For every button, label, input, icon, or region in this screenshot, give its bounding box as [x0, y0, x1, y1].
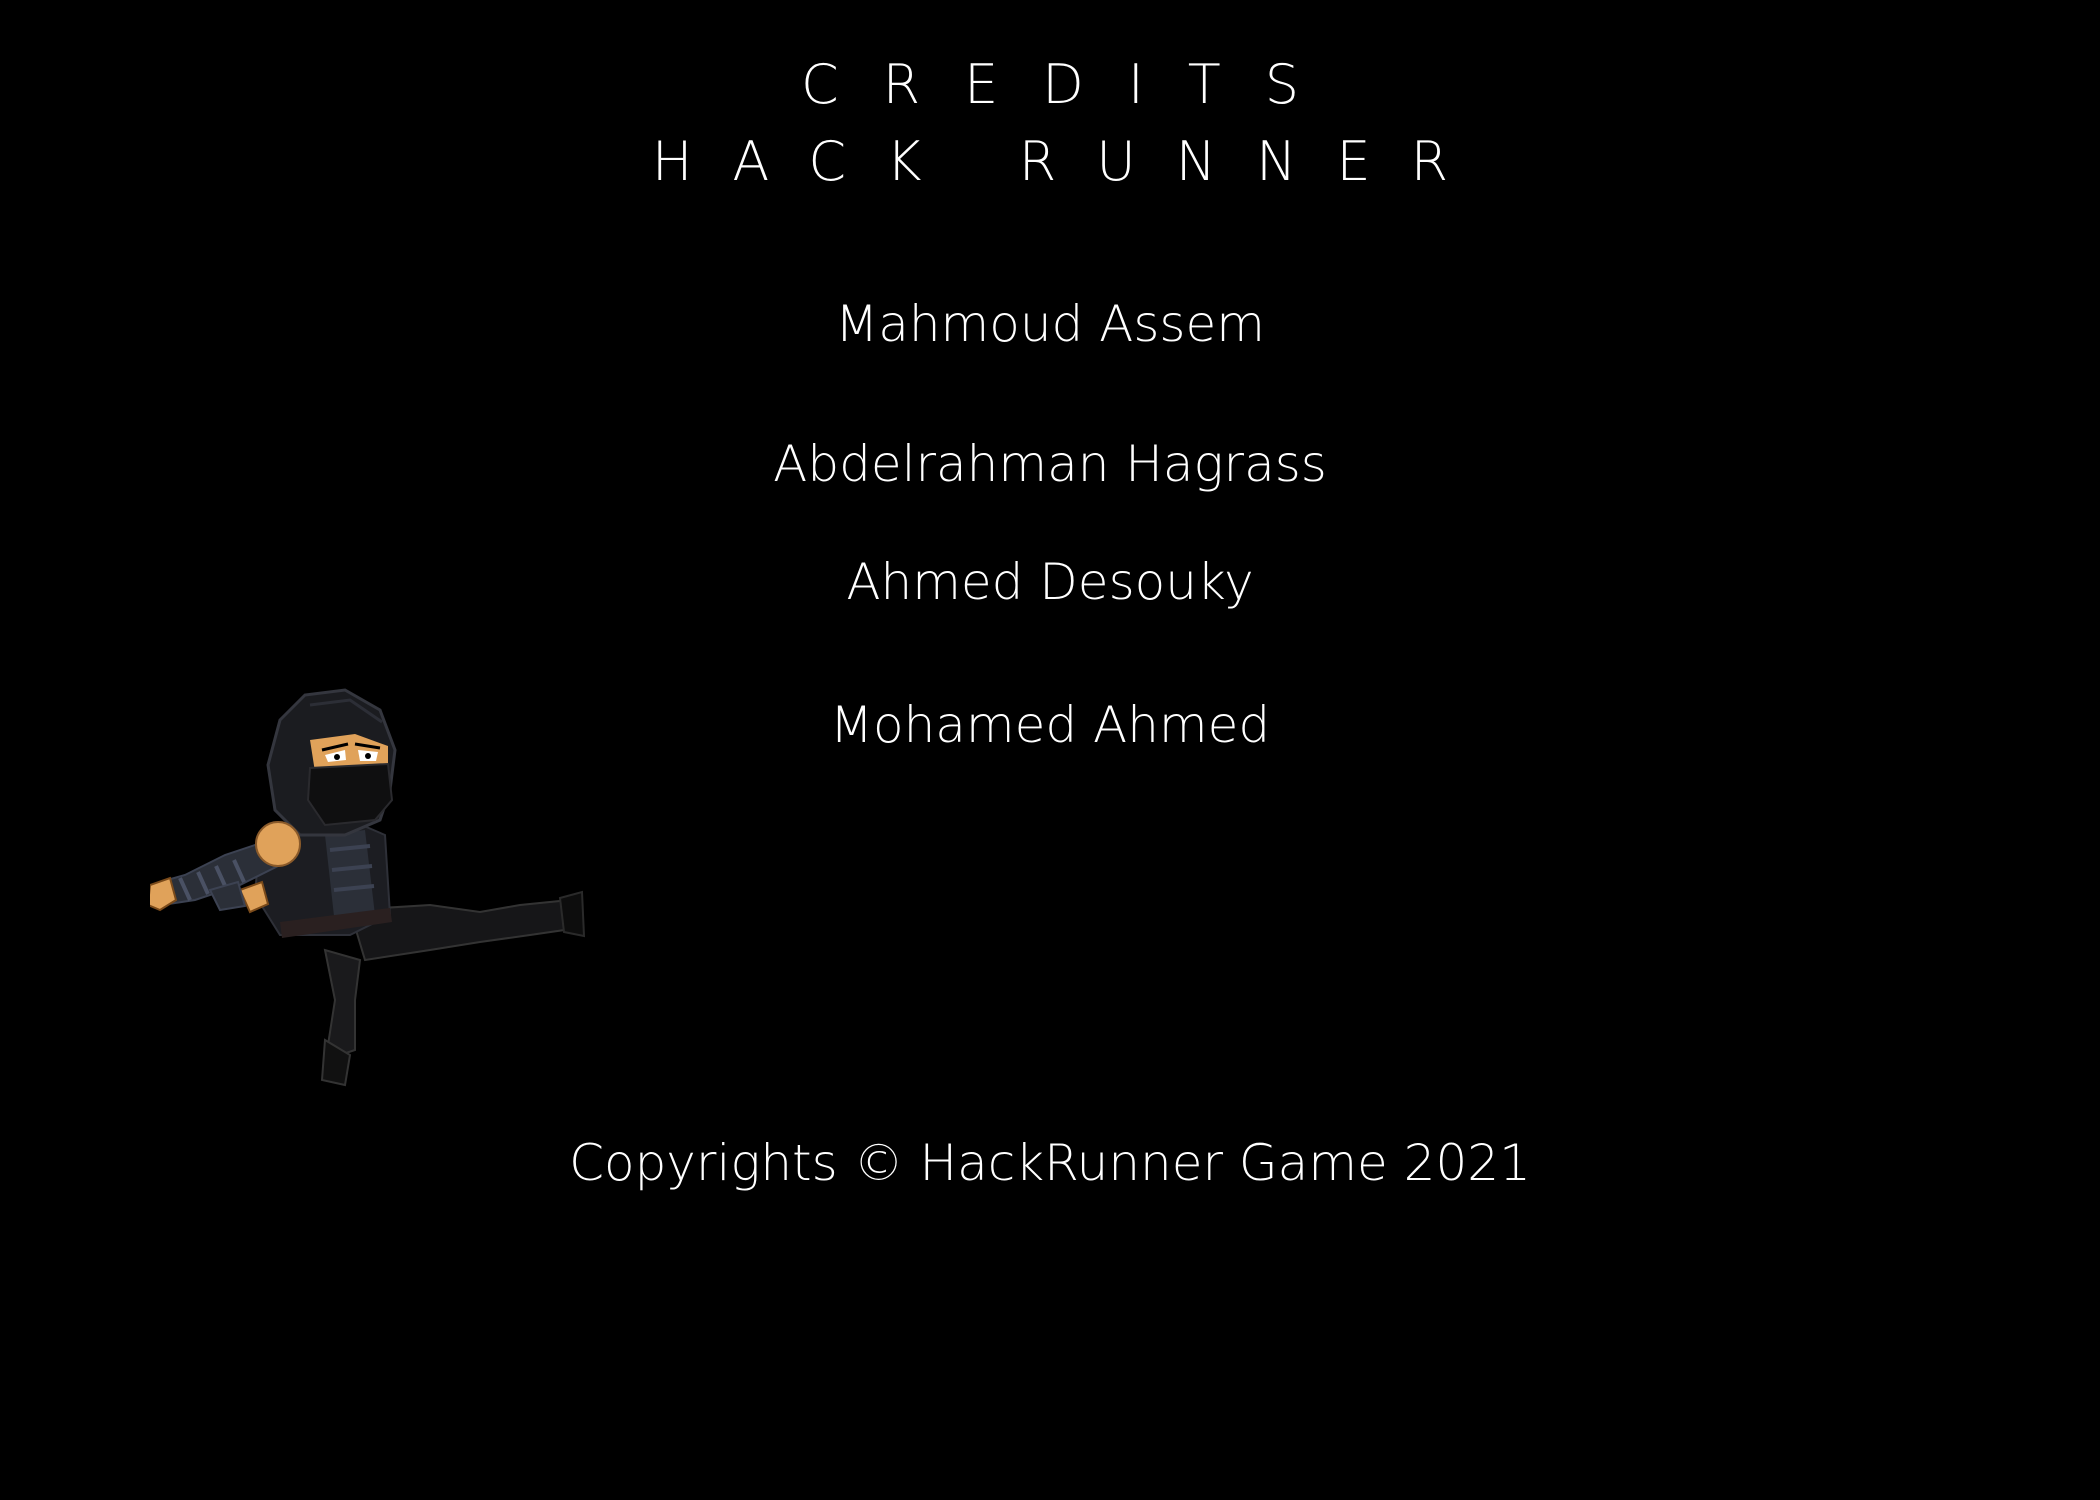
credit-name-3: Ahmed Desouky — [846, 553, 1254, 611]
credits-screen: CREDITS HACK RUNNER Mahmoud Assem Abdelr… — [0, 0, 2100, 1500]
copyright-text: Copyrights © HackRunner Game 2021 — [569, 1134, 1531, 1192]
ninja-character-icon — [150, 688, 586, 1087]
credit-name-1: Mahmoud Assem — [835, 295, 1265, 353]
credit-name-2: Abdelrahman Hagrass — [773, 435, 1327, 493]
game-title: HACK RUNNER — [651, 130, 1489, 193]
credits-title: CREDITS — [800, 53, 1344, 116]
